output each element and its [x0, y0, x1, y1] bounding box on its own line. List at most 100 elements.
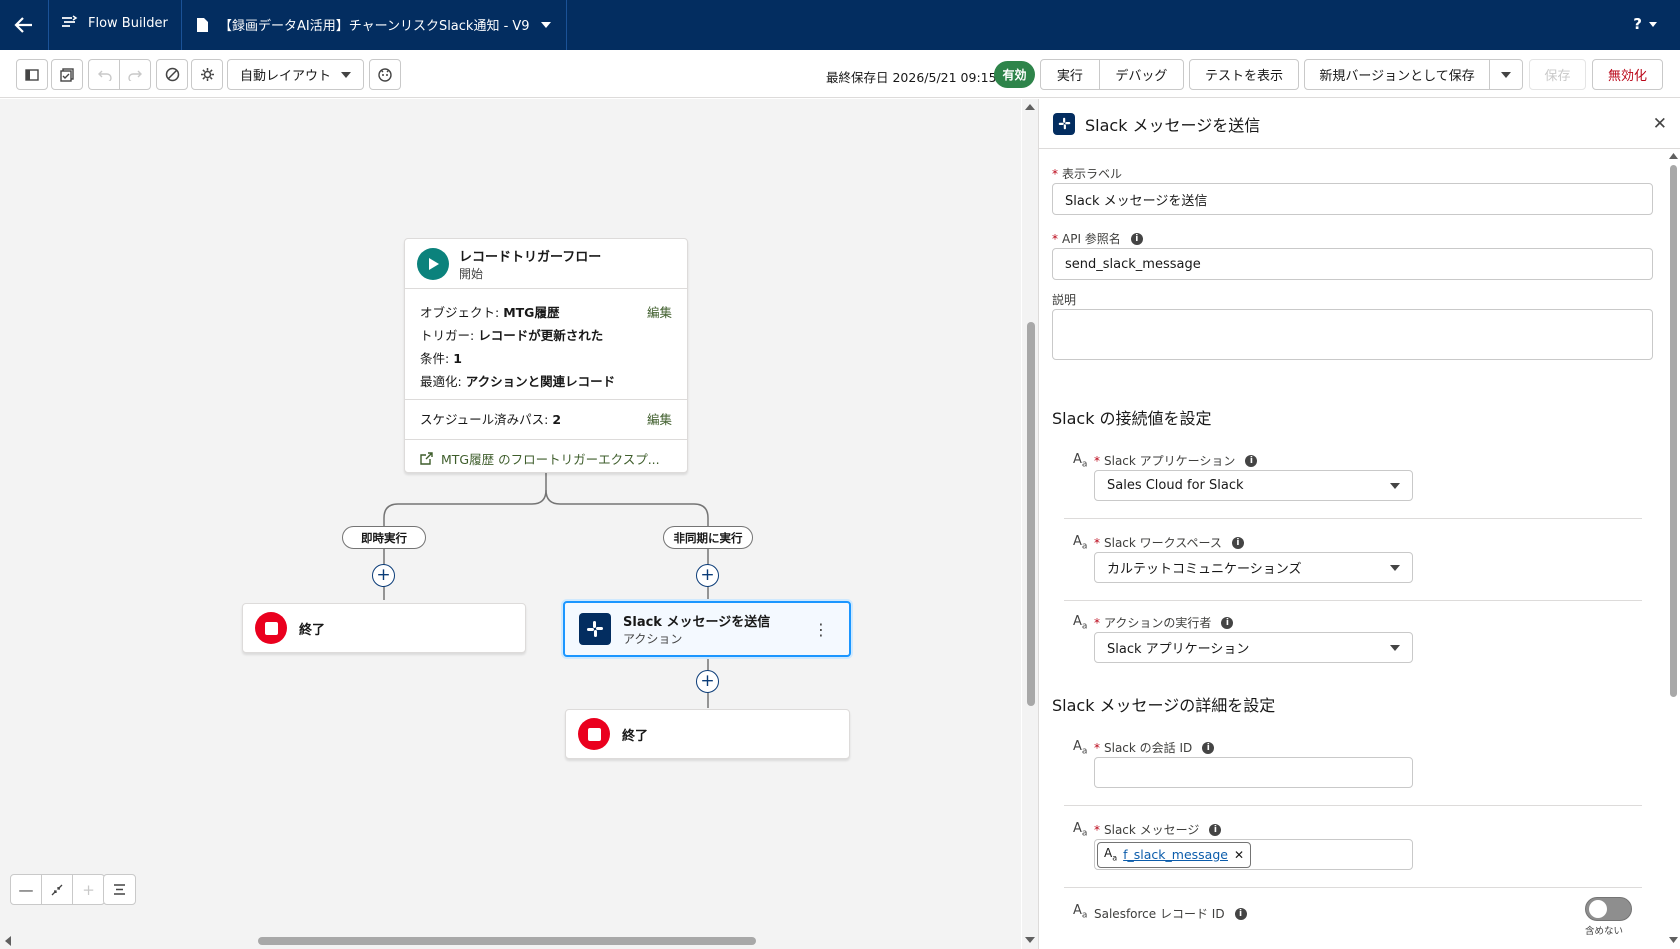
api-name-input[interactable]: send_slack_message [1052, 248, 1653, 280]
start-subtitle: 開始 [459, 266, 484, 281]
align-button[interactable] [104, 875, 135, 904]
zoom-out-button[interactable]: — [11, 875, 42, 904]
info-icon[interactable]: i [1231, 536, 1244, 549]
text-type-icon: Aa [1073, 821, 1088, 839]
run-button[interactable]: 実行 [1041, 60, 1100, 89]
api-name-text: API 参照名 [1062, 232, 1121, 246]
view-tests-button[interactable]: テストを表示 [1189, 59, 1299, 90]
plus-icon: + [700, 565, 715, 585]
stop-icon [578, 718, 610, 750]
resource-pill[interactable]: Aa f_slack_message ✕ [1097, 841, 1252, 868]
condition-value: 1 [453, 351, 462, 366]
trigger-explorer-link[interactable]: MTG履歴 のフロートリガーエクスプ... [405, 440, 687, 477]
action-runner-text: アクションの実行者 [1104, 616, 1212, 630]
slack-workspace-select[interactable]: カルテットコミュニケーションズ [1094, 552, 1413, 583]
description-textarea[interactable] [1052, 309, 1653, 360]
field-divider [1064, 518, 1642, 519]
trigger-explorer-text: MTG履歴 のフロートリガーエクスプ... [441, 452, 660, 467]
info-icon[interactable]: i [1130, 232, 1143, 245]
scroll-down-icon[interactable] [1669, 937, 1678, 944]
text-type-icon: Aa [1073, 903, 1088, 921]
info-icon[interactable]: i [1234, 907, 1247, 920]
field-divider [1064, 805, 1642, 806]
required-marker: * [1052, 166, 1058, 181]
start-details: オブジェクト: MTG履歴 編集 トリガー: レコードが更新された 条件: 1 … [405, 289, 687, 400]
trigger-value: レコードが更新された [478, 328, 604, 343]
help-icon: ? [1633, 15, 1642, 33]
panel-title: Slack メッセージを送信 [1085, 115, 1261, 135]
fit-view-button[interactable] [42, 875, 73, 904]
object-row: オブジェクト: MTG履歴 編集 [420, 301, 672, 324]
save-new-version-group: 新規バージョンとして保存 [1304, 59, 1523, 90]
close-icon[interactable]: ✕ [1234, 848, 1244, 862]
object-label: オブジェクト: [420, 305, 500, 320]
close-icon[interactable]: ✕ [1653, 114, 1667, 134]
conversation-id-input[interactable] [1094, 757, 1413, 788]
action-runner-label: * アクションの実行者 i [1094, 614, 1234, 631]
include-record-id-toggle[interactable] [1585, 897, 1632, 921]
canvas-horizontal-scroll-thumb[interactable] [258, 937, 756, 945]
branch-immediate[interactable]: 即時実行 [342, 526, 426, 549]
save-button[interactable]: 保存 [1529, 59, 1586, 90]
action-element-slack[interactable]: Slack メッセージを送信 アクション ⋮ [563, 601, 851, 657]
scheduled-paths: スケジュール済みパス: 2 編集 [405, 400, 687, 440]
record-id-text: Salesforce レコード ID [1094, 907, 1225, 921]
info-icon[interactable]: i [1209, 823, 1222, 836]
required-marker: * [1094, 740, 1100, 755]
end-label: 終了 [622, 728, 649, 744]
edit-trigger-link[interactable]: 編集 [647, 301, 672, 324]
action-title: Slack メッセージを送信 [623, 615, 771, 630]
plus-icon: + [82, 880, 95, 899]
label-input[interactable]: Slack メッセージを送信 [1052, 183, 1653, 215]
panel-header: Slack メッセージを送信 ✕ [1039, 99, 1680, 149]
save-options-button[interactable] [1490, 60, 1522, 89]
scheduled-value: 2 [552, 412, 562, 427]
panel-scroll-thumb[interactable] [1670, 165, 1677, 697]
toggle-state-label: 含めない [1585, 926, 1624, 937]
slack-icon [1053, 112, 1075, 135]
save-new-version-button[interactable]: 新規バージョンとして保存 [1305, 60, 1491, 89]
start-element[interactable]: レコードトリガーフロー 開始 オブジェクト: MTG履歴 編集 トリガー: レコ… [404, 238, 688, 473]
scroll-up-icon[interactable] [1669, 152, 1678, 159]
slack-icon [579, 613, 611, 645]
stop-icon [255, 612, 287, 644]
branch-async[interactable]: 非同期に実行 [663, 526, 753, 549]
minus-icon: — [18, 880, 34, 899]
slack-workspace-text: Slack ワークスペース [1104, 536, 1222, 550]
add-element-button[interactable]: + [696, 670, 719, 693]
description-label: 説明 [1052, 291, 1076, 308]
info-icon[interactable]: i [1221, 616, 1234, 629]
label-field-label: * 表示ラベル [1052, 165, 1122, 182]
add-element-button[interactable]: + [372, 564, 395, 587]
start-element-header: レコードトリガーフロー 開始 [405, 239, 687, 289]
kebab-menu-icon[interactable]: ⋮ [813, 620, 829, 639]
debug-button[interactable]: デバッグ [1100, 60, 1183, 89]
edit-scheduled-link[interactable]: 編集 [647, 408, 672, 431]
scroll-left-icon[interactable] [4, 936, 11, 946]
slack-app-select[interactable]: Sales Cloud for Slack [1094, 470, 1413, 501]
info-icon[interactable]: i [1202, 741, 1215, 754]
deactivate-button[interactable]: 無効化 [1592, 59, 1663, 90]
action-runner-select[interactable]: Slack アプリケーション [1094, 632, 1413, 663]
slack-app-value: Sales Cloud for Slack [1107, 478, 1244, 493]
plus-icon: + [700, 671, 715, 691]
required-marker: * [1052, 231, 1058, 246]
zoom-in-button[interactable]: + [73, 875, 104, 904]
trigger-label: トリガー: [420, 328, 475, 343]
text-type-icon: Aa [1104, 846, 1118, 863]
scroll-up-icon [1025, 104, 1035, 110]
plus-icon: + [376, 565, 391, 585]
trigger-row: トリガー: レコードが更新された [420, 324, 672, 347]
section-connection-title: Slack の接続値を設定 [1052, 409, 1212, 428]
chevron-down-icon [1390, 644, 1400, 651]
slack-workspace-label: * Slack ワークスペース i [1094, 534, 1244, 551]
add-element-button[interactable]: + [696, 564, 719, 587]
canvas-scroll-thumb[interactable] [1027, 322, 1035, 706]
info-icon[interactable]: i [1245, 454, 1258, 467]
text-type-icon: Aa [1073, 452, 1088, 470]
help-menu[interactable]: ? [1633, 15, 1658, 33]
slack-app-text: Slack アプリケーション [1104, 454, 1236, 468]
end-element[interactable]: 終了 [565, 709, 850, 759]
slack-message-input[interactable]: Aa f_slack_message ✕ [1094, 839, 1413, 870]
end-element[interactable]: 終了 [242, 603, 526, 653]
